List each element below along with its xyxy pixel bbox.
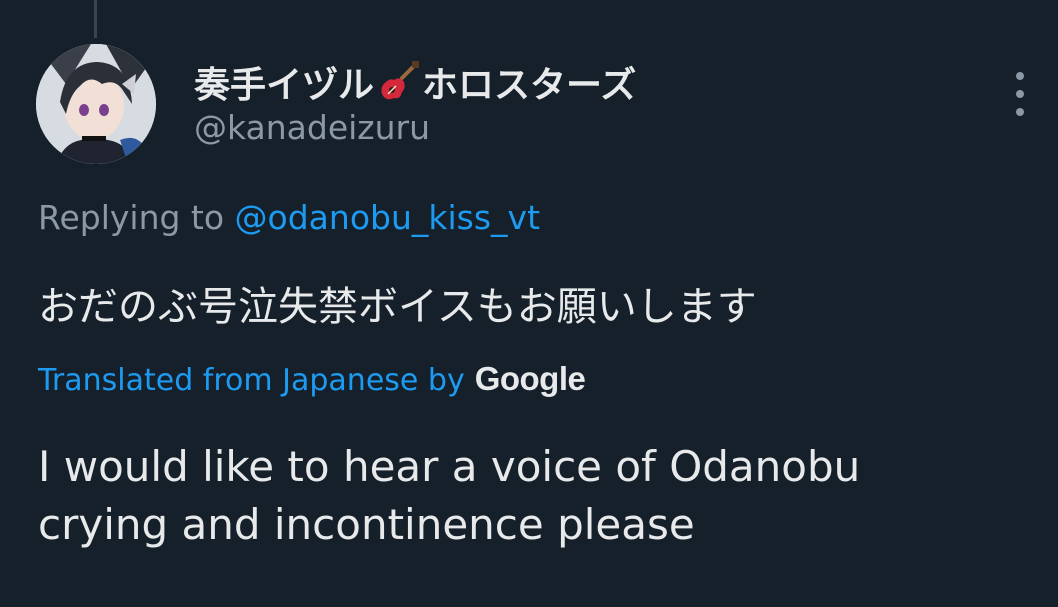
more-dot (1016, 72, 1024, 80)
tweet-container: 奏手イヅル ホロスターズ @kanadeizuru Replying to @o… (0, 0, 1058, 607)
translated-tweet-text: I would like to hear a voice of Odanobu … (38, 442, 861, 549)
google-logo: Google (474, 360, 586, 397)
translated-from-link[interactable]: Translated from Japanese by (38, 363, 465, 398)
more-dot (1016, 108, 1024, 116)
replying-prefix: Replying to (38, 198, 235, 237)
guitar-icon (376, 60, 420, 104)
avatar-image (36, 44, 156, 164)
more-dot (1016, 90, 1024, 98)
original-tweet-text: おだのぶ号泣失禁ボイスもお願いします (38, 284, 757, 330)
reply-mention-link[interactable]: @odanobu_kiss_vt (235, 198, 540, 237)
avatar[interactable] (36, 44, 156, 164)
translation-attribution: Translated from Japanese by Google (38, 360, 586, 398)
user-handle[interactable]: @kanadeizuru (194, 108, 430, 147)
display-name-part-2: ホロスターズ (422, 65, 637, 106)
replying-to: Replying to @odanobu_kiss_vt (38, 198, 540, 237)
thread-line (94, 0, 97, 38)
more-vertical-icon[interactable] (1006, 72, 1034, 116)
display-name-part-1: 奏手イヅル (194, 65, 375, 106)
display-name[interactable]: 奏手イヅル ホロスターズ (194, 56, 636, 108)
